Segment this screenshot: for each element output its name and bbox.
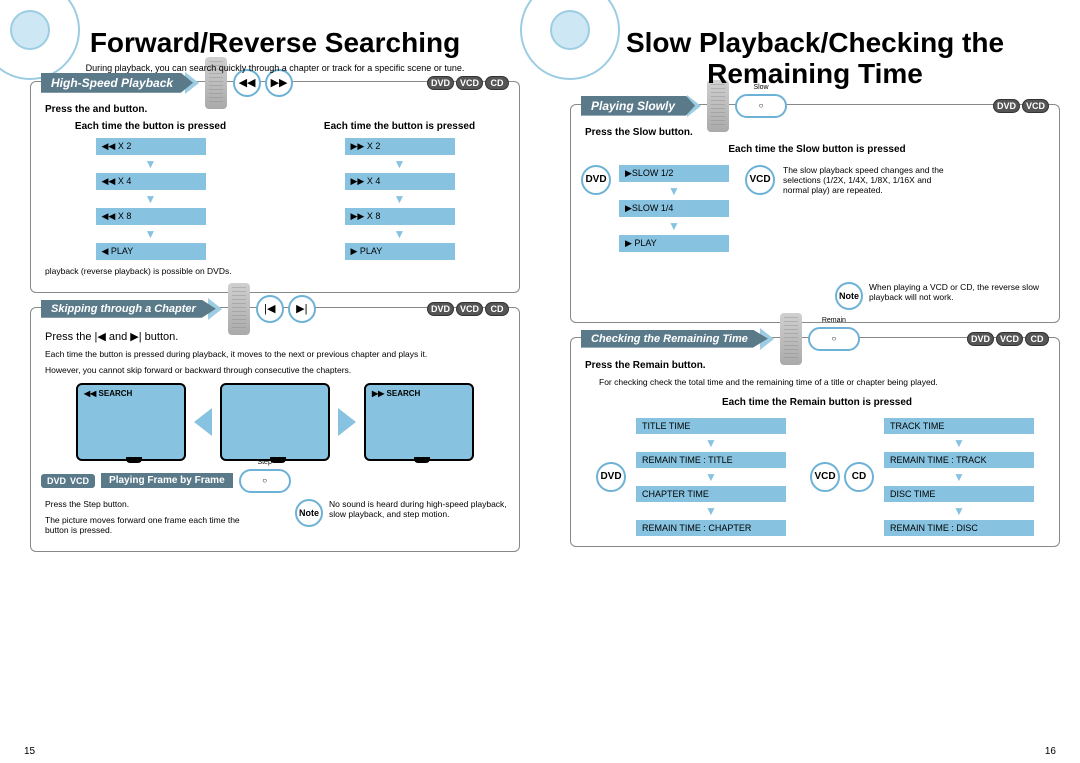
down-arrow-icon: ▼: [145, 227, 157, 241]
forward-button-icon: ▶▶: [265, 69, 293, 97]
page-number-left: 15: [24, 746, 35, 757]
panel-highspeed: High-Speed Playback ◀◀ ▶▶ DVD VCD CD Pre…: [30, 81, 520, 293]
down-arrow-icon: ▼: [953, 470, 965, 484]
frame-by-frame-bar: DVD VCD Playing Frame by Frame Step ○: [41, 469, 509, 493]
left-arrow-icon: [194, 408, 212, 436]
right-page: Slow Playback/Checking the Remaining Tim…: [540, 0, 1080, 763]
next-button-icon: ▶|: [288, 295, 316, 323]
panel-skip: Skipping through a Chapter |◀ ▶| DVD VCD…: [30, 307, 520, 552]
banner-skip: Skipping through a Chapter: [41, 300, 216, 318]
tv-screen-icon: [220, 383, 330, 461]
remain-oval-button-icon: ○: [808, 327, 860, 351]
vcd-disc-icon: VCD: [810, 462, 840, 492]
down-arrow-icon: ▼: [145, 192, 157, 206]
slow-oval-button-icon: ○: [735, 94, 787, 118]
skip-instr: Press the |◀ and ▶| button.: [45, 330, 509, 343]
col-fwd-title: Each time the button is pressed: [290, 121, 509, 132]
down-arrow-icon: ▼: [394, 157, 406, 171]
down-arrow-icon: ▼: [668, 219, 680, 233]
down-arrow-icon: ▼: [145, 157, 157, 171]
vcd-disc-icon: VCD: [745, 165, 775, 195]
remain-instr: Press the Remain button.: [585, 360, 1049, 371]
fwd-step-list: ▶▶ X 2 ▼ ▶▶ X 4 ▼ ▶▶ X 8 ▼ ▶ PLAY: [290, 138, 509, 260]
down-arrow-icon: ▼: [705, 470, 717, 484]
banner-highspeed: High-Speed Playback: [41, 73, 193, 93]
cd-disc-icon: CD: [844, 462, 874, 492]
left-page: Forward/Reverse Searching During playbac…: [0, 0, 540, 763]
page-number-right: 16: [1045, 746, 1056, 757]
panel-remain: Checking the Remaining Time Remain ○ DVD…: [570, 337, 1060, 547]
disc-badges: DVD VCD CD: [967, 332, 1049, 346]
skip-body2: However, you cannot skip forward or back…: [45, 365, 505, 375]
page-subtitle-left: During playback, you can search quickly …: [75, 63, 475, 73]
remote-icon: [780, 313, 802, 365]
slow-instr: Press the Slow button.: [585, 127, 1049, 138]
right-arrow-icon: [338, 408, 356, 436]
tv-screen-icon: ▶▶ SEARCH: [364, 383, 474, 461]
note-icon: Note: [295, 499, 323, 527]
prev-button-icon: |◀: [256, 295, 284, 323]
disc-badges: DVD VCD CD: [427, 302, 509, 316]
frame-line2: The picture moves forward one frame each…: [45, 515, 263, 535]
slow-sub: Each time the Slow button is pressed: [585, 144, 1049, 155]
down-arrow-icon: ▼: [668, 184, 680, 198]
down-arrow-icon: ▼: [394, 192, 406, 206]
disc-badges: DVD VCD: [993, 99, 1049, 113]
panel-slow: Playing Slowly Slow ○ DVD VCD Press the …: [570, 104, 1060, 323]
remote-icon: [228, 283, 250, 335]
slow-note: When playing a VCD or CD, the reverse sl…: [869, 282, 1049, 302]
frame-title: Playing Frame by Frame: [101, 473, 233, 488]
instruction-text: Press the and button.: [45, 104, 509, 115]
banner-slow: Playing Slowly: [581, 96, 695, 116]
highspeed-foot: playback (reverse playback) is possible …: [45, 266, 505, 276]
remain-sub: Each time the Remain button is pressed: [585, 397, 1049, 408]
note-icon: Note: [835, 282, 863, 310]
frame-note: No sound is heard during high-speed play…: [329, 499, 509, 519]
dvd-disc-icon: DVD: [581, 165, 611, 195]
step-oval-button-icon: ○: [239, 469, 291, 493]
skip-body1: Each time the button is pressed during p…: [45, 349, 505, 359]
page-title-left: Forward/Reverse Searching: [30, 28, 520, 59]
col-rev-title: Each time the button is pressed: [41, 121, 260, 132]
tv-screen-icon: ◀◀ SEARCH: [76, 383, 186, 461]
rewind-button-icon: ◀◀: [233, 69, 261, 97]
down-arrow-icon: ▼: [705, 436, 717, 450]
page-title-right: Slow Playback/Checking the Remaining Tim…: [570, 28, 1060, 90]
banner-remain: Checking the Remaining Time: [581, 330, 768, 348]
down-arrow-icon: ▼: [394, 227, 406, 241]
disc-badges: DVD VCD CD: [427, 76, 509, 90]
down-arrow-icon: ▼: [953, 504, 965, 518]
frame-line1: Press the Step button.: [45, 499, 263, 509]
dvd-disc-icon: DVD: [596, 462, 626, 492]
vcd-slow-text: The slow playback speed changes and the …: [783, 165, 953, 195]
down-arrow-icon: ▼: [705, 504, 717, 518]
remain-body: For checking check the total time and th…: [599, 377, 1045, 387]
rev-step-list: ◀◀ X 2 ▼ ◀◀ X 4 ▼ ◀◀ X 8 ▼ ◀ PLAY: [41, 138, 260, 260]
down-arrow-icon: ▼: [953, 436, 965, 450]
